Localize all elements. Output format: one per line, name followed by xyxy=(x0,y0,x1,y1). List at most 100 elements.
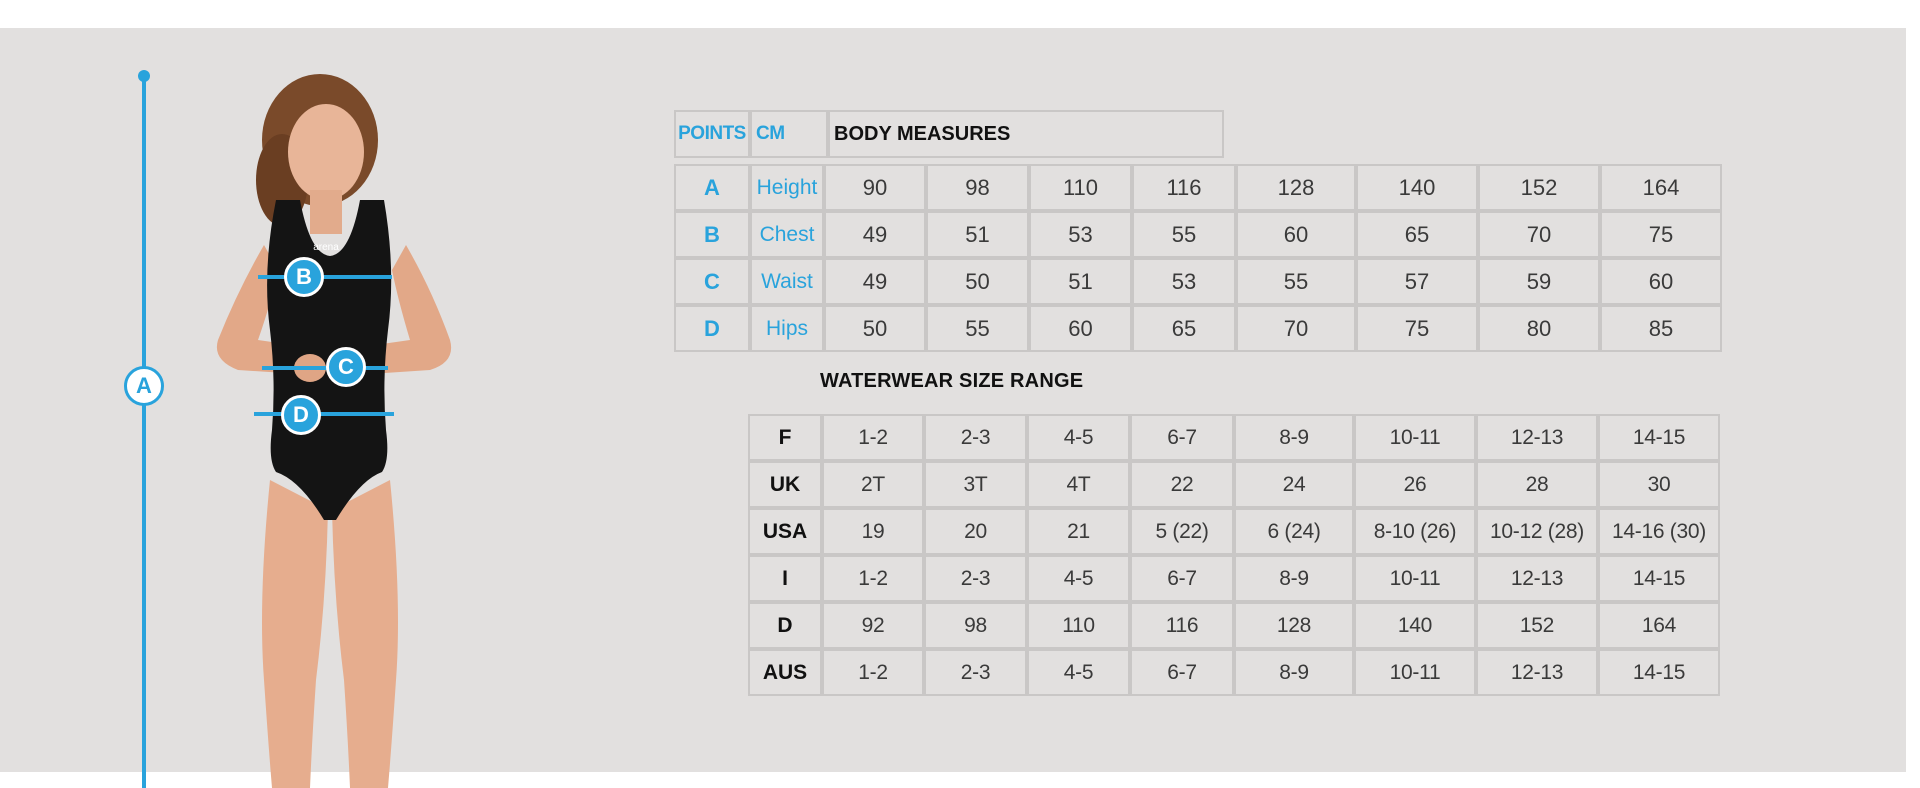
size-value: 4-5 xyxy=(1027,414,1130,461)
chest-band xyxy=(258,275,392,279)
size-value: 3T xyxy=(924,461,1027,508)
size-value: 128 xyxy=(1234,602,1354,649)
size-value: 24 xyxy=(1234,461,1354,508)
size-value: 20 xyxy=(924,508,1027,555)
size-value: 12-13 xyxy=(1476,649,1598,696)
marker-d: D xyxy=(281,395,321,435)
cm-header: CM xyxy=(750,110,828,158)
region-code: I xyxy=(748,555,822,602)
size-value: 164 xyxy=(1598,602,1720,649)
measure-label: Hips xyxy=(750,305,824,352)
size-value: 2-3 xyxy=(924,555,1027,602)
measure-value: 75 xyxy=(1356,305,1478,352)
body-measures-table: A Height 90 98 110 116 128 140 152 164 B Chest 49 51 5… xyxy=(674,164,1722,352)
body-measure-row: B Chest 49 51 53 55 60 65 70 75 xyxy=(674,211,1722,258)
marker-c: C xyxy=(326,347,366,387)
measure-value: 85 xyxy=(1600,305,1722,352)
measure-value: 53 xyxy=(1132,258,1236,305)
size-value: 2-3 xyxy=(924,649,1027,696)
region-code: D xyxy=(748,602,822,649)
point-letter: D xyxy=(674,305,750,352)
body-measure-row: D Hips 50 55 60 65 70 75 80 85 xyxy=(674,305,1722,352)
measure-label: Waist xyxy=(750,258,824,305)
measure-value: 110 xyxy=(1029,164,1132,211)
size-value: 92 xyxy=(822,602,924,649)
size-value: 1-2 xyxy=(822,555,924,602)
measure-value: 55 xyxy=(1236,258,1356,305)
size-value: 6-7 xyxy=(1130,555,1234,602)
region-code: USA xyxy=(748,508,822,555)
measure-value: 164 xyxy=(1600,164,1722,211)
point-letter: A xyxy=(674,164,750,211)
size-value: 6-7 xyxy=(1130,649,1234,696)
region-code: F xyxy=(748,414,822,461)
measure-value: 49 xyxy=(824,211,926,258)
size-range-row: F 1-2 2-3 4-5 6-7 8-9 10-11 12-13 14-15 xyxy=(748,414,1720,461)
marker-a: A xyxy=(124,366,164,406)
size-value: 4-5 xyxy=(1027,649,1130,696)
measure-value: 60 xyxy=(1600,258,1722,305)
measure-label: Chest xyxy=(750,211,824,258)
size-value: 14-15 xyxy=(1598,649,1720,696)
size-value: 14-15 xyxy=(1598,555,1720,602)
size-value: 8-10 (26) xyxy=(1354,508,1476,555)
size-value: 4-5 xyxy=(1027,555,1130,602)
size-value: 19 xyxy=(822,508,924,555)
size-value: 22 xyxy=(1130,461,1234,508)
size-value: 10-11 xyxy=(1354,649,1476,696)
measure-value: 70 xyxy=(1478,211,1600,258)
size-value: 116 xyxy=(1130,602,1234,649)
measure-value: 90 xyxy=(824,164,926,211)
hips-band xyxy=(254,412,394,416)
measure-value: 51 xyxy=(926,211,1029,258)
size-value: 152 xyxy=(1476,602,1598,649)
size-value: 8-9 xyxy=(1234,555,1354,602)
body-measures-title: BODY MEASURES xyxy=(828,110,1224,158)
size-value: 21 xyxy=(1027,508,1130,555)
size-range-row: USA 19 20 21 5 (22) 6 (24) 8-10 (26) 10-12 (28)… xyxy=(748,508,1720,555)
size-value: 1-2 xyxy=(822,414,924,461)
measure-value: 75 xyxy=(1600,211,1722,258)
size-value: 10-11 xyxy=(1354,555,1476,602)
size-value: 14-16 (30) xyxy=(1598,508,1720,555)
points-header: POINTS xyxy=(674,110,750,158)
size-value: 4T xyxy=(1027,461,1130,508)
region-code: UK xyxy=(748,461,822,508)
measure-value: 53 xyxy=(1029,211,1132,258)
size-value: 6-7 xyxy=(1130,414,1234,461)
measure-value: 60 xyxy=(1029,305,1132,352)
body-measures-header: POINTS CM BODY MEASURES xyxy=(674,110,1224,158)
size-value: 8-9 xyxy=(1234,414,1354,461)
size-value: 14-15 xyxy=(1598,414,1720,461)
measure-value: 51 xyxy=(1029,258,1132,305)
point-letter: C xyxy=(674,258,750,305)
height-measure-line xyxy=(142,74,146,788)
size-value: 98 xyxy=(924,602,1027,649)
measure-value: 59 xyxy=(1478,258,1600,305)
measure-value: 80 xyxy=(1478,305,1600,352)
size-value: 10-11 xyxy=(1354,414,1476,461)
measure-value: 116 xyxy=(1132,164,1236,211)
measure-value: 60 xyxy=(1236,211,1356,258)
region-code: AUS xyxy=(748,649,822,696)
size-value: 28 xyxy=(1476,461,1598,508)
size-value: 110 xyxy=(1027,602,1130,649)
size-value: 10-12 (28) xyxy=(1476,508,1598,555)
measure-value: 65 xyxy=(1356,211,1478,258)
size-range-row: I 1-2 2-3 4-5 6-7 8-9 10-11 12-13 14-15 xyxy=(748,555,1720,602)
measure-label: Height xyxy=(750,164,824,211)
measure-value: 55 xyxy=(1132,211,1236,258)
size-value: 26 xyxy=(1354,461,1476,508)
body-measure-row: C Waist 49 50 51 53 55 57 59 60 xyxy=(674,258,1722,305)
size-value: 12-13 xyxy=(1476,555,1598,602)
size-value: 12-13 xyxy=(1476,414,1598,461)
size-range-title: WATERWEAR SIZE RANGE xyxy=(820,370,1084,392)
measure-value: 50 xyxy=(824,305,926,352)
size-value: 8-9 xyxy=(1234,649,1354,696)
measure-value: 65 xyxy=(1132,305,1236,352)
measure-value: 55 xyxy=(926,305,1029,352)
measure-value: 128 xyxy=(1236,164,1356,211)
size-value: 5 (22) xyxy=(1130,508,1234,555)
size-value: 2T xyxy=(822,461,924,508)
size-value: 1-2 xyxy=(822,649,924,696)
